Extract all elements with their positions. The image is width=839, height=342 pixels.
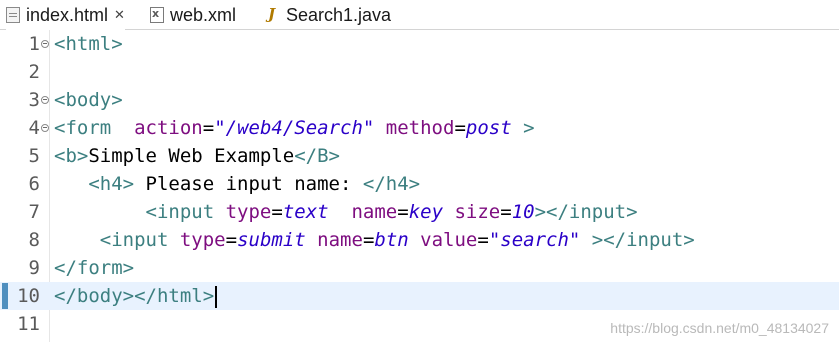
fold-toggle-icon[interactable]: [41, 124, 49, 132]
line-number: 7: [28, 201, 40, 223]
tab-label: Search1.java: [286, 4, 392, 25]
line-number: 1: [28, 33, 40, 55]
code-line[interactable]: 5 <b>Simple Web Example</B>: [0, 142, 839, 170]
tab-web-xml[interactable]: x web.xml: [150, 0, 236, 30]
code-text: <html>: [54, 33, 123, 55]
code-line[interactable]: 4 <form action="/web4/Search" method=pos…: [0, 114, 839, 142]
code-text: </body></html>: [54, 282, 218, 310]
line-number: 4: [28, 117, 40, 139]
line-number: 6: [28, 173, 40, 195]
watermark: https://blog.csdn.net/m0_48134027: [610, 320, 829, 336]
code-line[interactable]: 7 <input type=text name=key size=10></in…: [0, 198, 839, 226]
line-number: 3: [28, 89, 40, 111]
line-number: 11: [17, 313, 40, 335]
code-text: <h4> Please input name: </h4>: [88, 173, 421, 195]
close-icon[interactable]: ✕: [114, 7, 125, 23]
editor-tab-bar: index.html ✕ x web.xml J Search1.java: [0, 0, 839, 30]
code-line[interactable]: 8 <input type=submit name=btn value="sea…: [0, 226, 839, 254]
code-editor[interactable]: 1 <html> 2 3 <body> 4 <form action="/web…: [0, 30, 839, 342]
tab-search1-java[interactable]: J Search1.java: [268, 0, 391, 30]
fold-toggle-icon[interactable]: [41, 40, 49, 48]
java-file-icon: J: [268, 5, 276, 23]
code-line[interactable]: 2: [0, 58, 839, 86]
code-line[interactable]: 9 </form>: [0, 254, 839, 282]
code-text: <body>: [54, 89, 123, 111]
code-line-current[interactable]: 10 </body></html>: [0, 282, 839, 310]
code-text: <form action="/web4/Search" method=post …: [54, 117, 535, 139]
tab-index-html[interactable]: index.html ✕: [6, 0, 125, 30]
code-line[interactable]: 1 <html>: [0, 30, 839, 58]
code-text: <b>Simple Web Example</B>: [54, 145, 340, 167]
xml-file-icon: x: [150, 7, 164, 23]
line-number: 2: [28, 61, 40, 83]
line-number: 8: [28, 229, 40, 251]
line-number: 5: [28, 145, 40, 167]
code-line[interactable]: 3 <body>: [0, 86, 839, 114]
text-cursor: [215, 285, 218, 308]
code-text: </form>: [54, 257, 135, 279]
code-text: <input type=submit name=btn value="searc…: [99, 229, 695, 251]
html-file-icon: [6, 7, 20, 23]
code-line[interactable]: 6 <h4> Please input name: </h4>: [0, 170, 839, 198]
tab-label: web.xml: [170, 4, 237, 25]
code-text: <input type=text name=key size=10></inpu…: [145, 201, 638, 223]
tab-label: index.html: [26, 4, 109, 25]
line-number: 9: [28, 257, 40, 279]
line-number: 10: [17, 285, 40, 307]
change-marker: [2, 283, 8, 309]
fold-toggle-icon[interactable]: [41, 96, 49, 104]
